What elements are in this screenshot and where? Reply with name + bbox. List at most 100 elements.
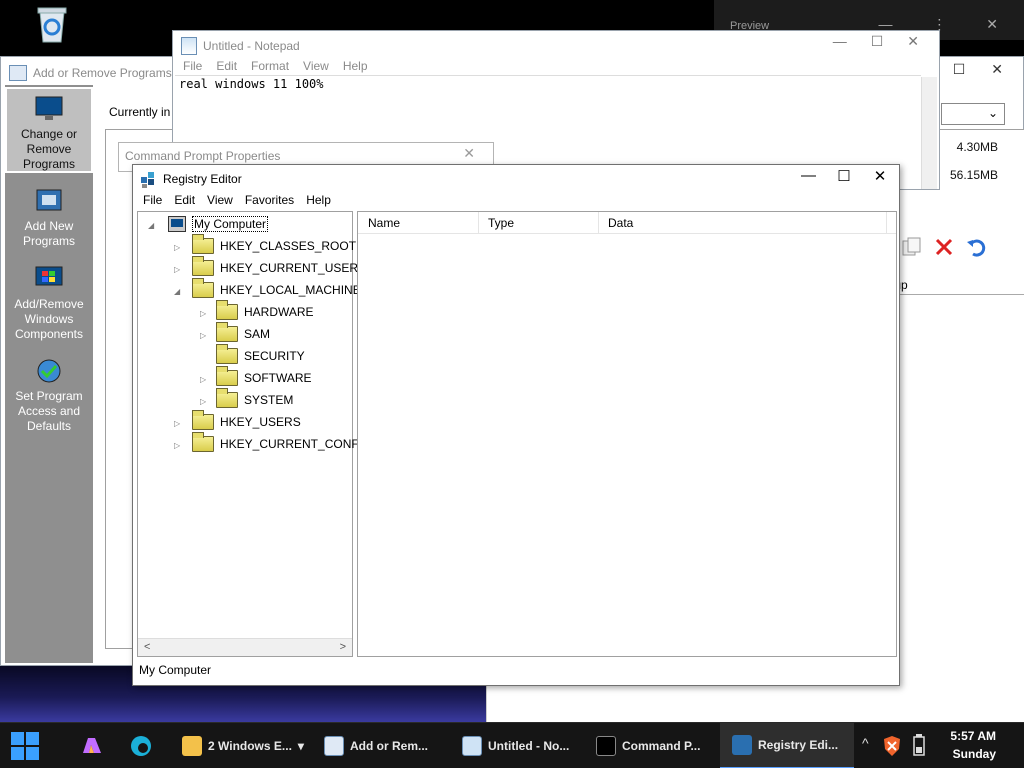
delete-icon[interactable] xyxy=(933,236,955,258)
chevron-up-icon[interactable]: ^ xyxy=(862,735,869,751)
tree-node-my-computer[interactable]: ◢ My Computer xyxy=(148,214,269,234)
close-icon[interactable]: ✕ xyxy=(873,167,887,185)
close-icon[interactable]: ✕ xyxy=(907,33,919,50)
menu-view[interactable]: View xyxy=(303,59,329,73)
expanded-arrow-icon[interactable]: ◢ xyxy=(148,221,154,230)
tree-node-hardware[interactable]: ▷ HARDWARE xyxy=(200,300,314,322)
column-divider[interactable] xyxy=(478,212,479,234)
collapsed-arrow-icon[interactable]: ▷ xyxy=(174,441,180,450)
notepad-titlebar: Untitled - Notepad xyxy=(181,37,300,55)
vertical-scrollbar[interactable] xyxy=(921,77,937,189)
recycle-bin-icon[interactable] xyxy=(30,2,74,46)
copy-icon[interactable] xyxy=(901,236,923,258)
taskbar-item-command-prompt[interactable]: Command P... xyxy=(590,723,718,768)
taskbar-item-label: Add or Rem... xyxy=(350,739,429,753)
menu-help[interactable]: Help xyxy=(343,59,368,73)
collapsed-arrow-icon[interactable]: ▷ xyxy=(200,331,206,340)
sidebar-item-label: Add/Remove Windows Components xyxy=(14,297,84,341)
sidebar-item-program-defaults[interactable]: Set Program Access and Defaults xyxy=(5,351,93,433)
tree-node-label: HKEY_CLASSES_ROOT xyxy=(220,239,357,253)
taskbar-item-add-remove-programs[interactable]: Add or Rem... xyxy=(318,723,446,768)
menu-edit[interactable]: Edit xyxy=(174,193,195,207)
sidebar-item-windows-components[interactable]: Add/Remove Windows Components xyxy=(5,259,93,341)
tree-node-label: SECURITY xyxy=(244,349,305,363)
minimize-icon[interactable]: — xyxy=(833,33,847,50)
battery-icon[interactable] xyxy=(912,733,926,757)
tree-node-software[interactable]: ▷ SOFTWARE xyxy=(200,366,312,388)
tree-node-sam[interactable]: ▷ SAM xyxy=(200,322,271,344)
taskbar-item-label: Command P... xyxy=(622,739,701,753)
taskbar-item-notepad[interactable]: Untitled - No... xyxy=(456,723,584,768)
menu-view[interactable]: View xyxy=(207,193,233,207)
folder-icon xyxy=(182,736,202,756)
scroll-right-icon[interactable]: > xyxy=(340,641,346,653)
collapsed-arrow-icon[interactable]: ▷ xyxy=(200,309,206,318)
copilot-icon[interactable] xyxy=(80,735,104,757)
close-icon[interactable]: ✕ xyxy=(991,61,1003,78)
notepad-icon xyxy=(462,736,482,756)
folder-icon xyxy=(192,234,214,254)
arp-titlebar: Add or Remove Programs xyxy=(9,63,172,83)
column-divider[interactable] xyxy=(886,212,887,234)
column-type[interactable]: Type xyxy=(488,216,514,230)
system-clock[interactable]: 5:57 AM Sunday xyxy=(950,727,996,763)
values-column-header: Name Type Data xyxy=(358,212,896,234)
regedit-title: Registry Editor xyxy=(163,172,242,186)
menu-format[interactable]: Format xyxy=(251,59,289,73)
folder-icon xyxy=(216,322,238,342)
menu-favorites[interactable]: Favorites xyxy=(245,193,294,207)
sort-by-dropdown[interactable]: ⌄ xyxy=(941,103,1005,125)
tree-node-system[interactable]: ▷ SYSTEM xyxy=(200,388,293,410)
tree-node-hkey-current-config[interactable]: ▷ HKEY_CURRENT_CONFIG xyxy=(174,432,371,454)
tree-node-label: SAM xyxy=(244,327,271,341)
edge-browser-icon[interactable] xyxy=(130,735,152,757)
tree-node-hkey-classes-root[interactable]: ▷ HKEY_CLASSES_ROOT xyxy=(174,234,357,256)
sidebar-item-add-new[interactable]: Add New Programs xyxy=(5,181,93,248)
collapsed-arrow-icon[interactable]: ▷ xyxy=(200,375,206,384)
maximize-icon[interactable]: ☐ xyxy=(837,167,851,185)
close-icon[interactable]: ✕ xyxy=(463,145,475,162)
horizontal-scrollbar[interactable]: < > xyxy=(138,638,352,656)
start-button[interactable] xyxy=(10,731,40,761)
menu-file[interactable]: File xyxy=(143,193,162,207)
taskbar-item-label: Registry Edi... xyxy=(758,738,839,752)
maximize-icon[interactable]: ☐ xyxy=(953,61,966,78)
tree-node-hkey-current-user[interactable]: ▷ HKEY_CURRENT_USER xyxy=(174,256,359,278)
undo-icon[interactable] xyxy=(965,236,987,258)
taskbar-item-registry-editor[interactable]: Registry Edi... xyxy=(720,723,854,768)
tree-node-label: HKEY_CURRENT_USER xyxy=(220,261,359,275)
tree-node-hkey-users[interactable]: ▷ HKEY_USERS xyxy=(174,410,301,432)
folder-icon xyxy=(192,432,214,452)
security-shield-icon[interactable] xyxy=(882,735,902,757)
tree-node-hkey-local-machine[interactable]: ◢ HKEY_LOCAL_MACHINE xyxy=(174,278,361,300)
scroll-left-icon[interactable]: < xyxy=(144,641,150,653)
column-divider[interactable] xyxy=(598,212,599,234)
menu-help[interactable]: Help xyxy=(306,193,331,207)
add-programs-icon xyxy=(34,187,64,215)
maximize-icon[interactable]: ☐ xyxy=(871,33,884,50)
collapsed-arrow-icon[interactable]: ▷ xyxy=(200,397,206,406)
expanded-arrow-icon[interactable]: ◢ xyxy=(174,287,180,296)
menu-file[interactable]: File xyxy=(183,59,202,73)
collapsed-arrow-icon[interactable]: ▷ xyxy=(174,243,180,252)
folder-icon xyxy=(216,300,238,320)
regedit-titlebar: Registry Editor — ☐ ✕ xyxy=(133,165,899,191)
sidebar-item-label: Add New Programs xyxy=(22,219,75,248)
minimize-icon[interactable]: — xyxy=(801,167,816,185)
arp-window-controls: ☐ ✕ xyxy=(953,61,1003,78)
column-data[interactable]: Data xyxy=(608,216,633,230)
folder-icon xyxy=(192,278,214,298)
tree-node-security[interactable]: SECURITY xyxy=(200,344,305,366)
registry-editor-icon xyxy=(141,172,154,188)
collapsed-arrow-icon[interactable]: ▷ xyxy=(174,419,180,428)
command-prompt-icon xyxy=(596,736,616,756)
registry-editor-window: Registry Editor — ☐ ✕ File Edit View Fav… xyxy=(132,164,900,686)
folder-icon xyxy=(216,344,238,364)
menu-edit[interactable]: Edit xyxy=(216,59,237,73)
taskbar-item-file-explorer[interactable]: 2 Windows E... ▾ xyxy=(176,723,308,768)
collapsed-arrow-icon[interactable]: ▷ xyxy=(174,265,180,274)
chevron-down-icon[interactable]: ▾ xyxy=(298,739,304,753)
sidebar-item-change-remove[interactable]: Change or Remove Programs xyxy=(5,87,93,173)
column-name[interactable]: Name xyxy=(368,216,400,230)
folder-icon xyxy=(192,410,214,430)
